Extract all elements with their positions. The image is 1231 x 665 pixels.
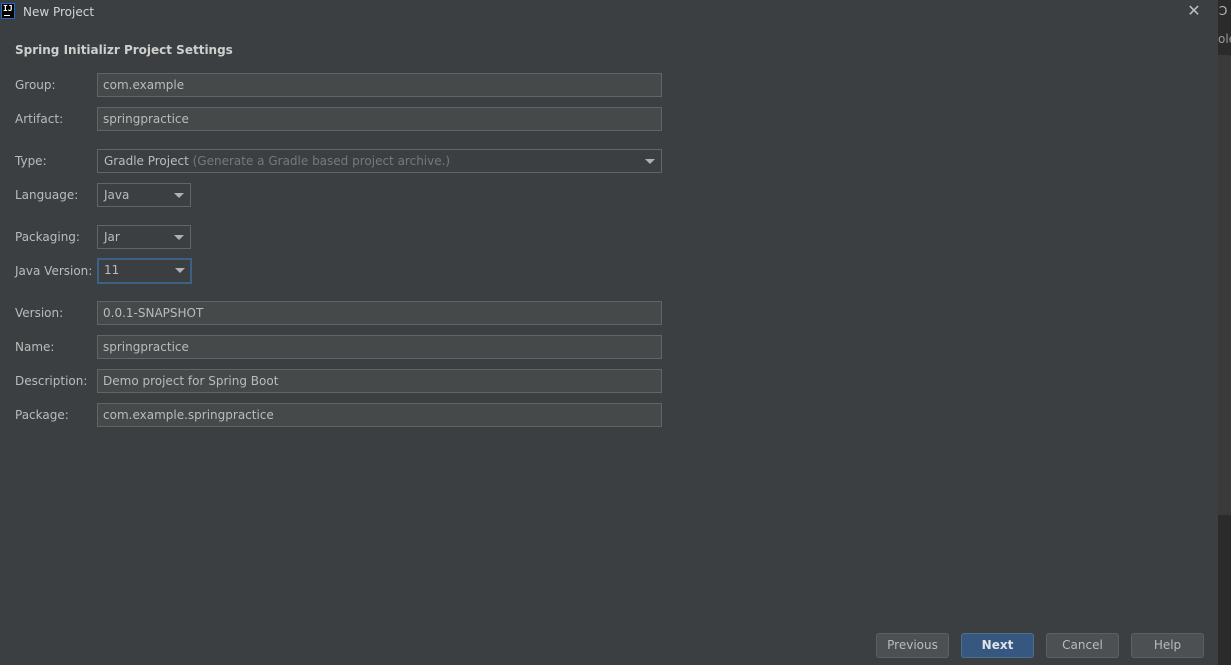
description-field[interactable] <box>97 369 662 393</box>
chevron-down-icon <box>175 268 185 273</box>
packaging-dropdown[interactable]: Jar <box>97 225 191 249</box>
name-label: Name: <box>15 340 55 354</box>
group-label: Group: <box>15 78 56 92</box>
packaging-dropdown-value: Jar <box>104 230 120 244</box>
new-project-dialog: IJ New Project ✕ Ↄ ole Spring Initializr… <box>0 0 1231 665</box>
previous-button[interactable]: Previous <box>876 633 949 658</box>
type-label: Type: <box>15 154 47 168</box>
window-title: New Project <box>23 5 95 19</box>
title-bar: IJ New Project ✕ <box>0 0 1218 25</box>
cancel-button[interactable]: Cancel <box>1046 633 1119 658</box>
group-field[interactable] <box>97 73 662 97</box>
background-window-icon: Ↄ <box>1219 4 1228 18</box>
chevron-down-icon <box>645 159 655 164</box>
language-dropdown[interactable]: Java <box>97 183 191 207</box>
background-window-edge: Ↄ ole <box>1218 0 1231 665</box>
type-dropdown[interactable]: Gradle Project (Generate a Gradle based … <box>97 149 662 173</box>
background-scrollbar <box>1218 55 1231 515</box>
chevron-down-icon <box>174 235 184 240</box>
artifact-label: Artifact: <box>15 112 64 126</box>
intellij-app-icon: IJ <box>1 3 15 19</box>
name-field[interactable] <box>97 335 662 359</box>
next-button[interactable]: Next <box>961 633 1034 658</box>
chevron-down-icon <box>174 193 184 198</box>
close-icon[interactable]: ✕ <box>1186 3 1202 19</box>
artifact-field[interactable] <box>97 107 662 131</box>
package-field[interactable] <box>97 403 662 427</box>
description-label: Description: <box>15 374 88 388</box>
language-dropdown-value: Java <box>104 188 130 202</box>
java-version-dropdown[interactable]: 11 <box>97 258 192 284</box>
help-button[interactable]: Help <box>1131 633 1204 658</box>
version-label: Version: <box>15 306 64 320</box>
java-version-dropdown-value: 11 <box>104 263 120 277</box>
type-dropdown-hint: (Generate a Gradle based project archive… <box>192 154 451 168</box>
package-label: Package: <box>15 408 69 422</box>
section-title: Spring Initializr Project Settings <box>15 43 233 57</box>
packaging-label: Packaging: <box>15 230 80 244</box>
type-dropdown-value: Gradle Project <box>104 154 189 168</box>
java-version-label: Java Version: <box>15 264 93 278</box>
language-label: Language: <box>15 188 79 202</box>
background-window-text: ole <box>1218 32 1231 46</box>
version-field[interactable] <box>97 301 662 325</box>
